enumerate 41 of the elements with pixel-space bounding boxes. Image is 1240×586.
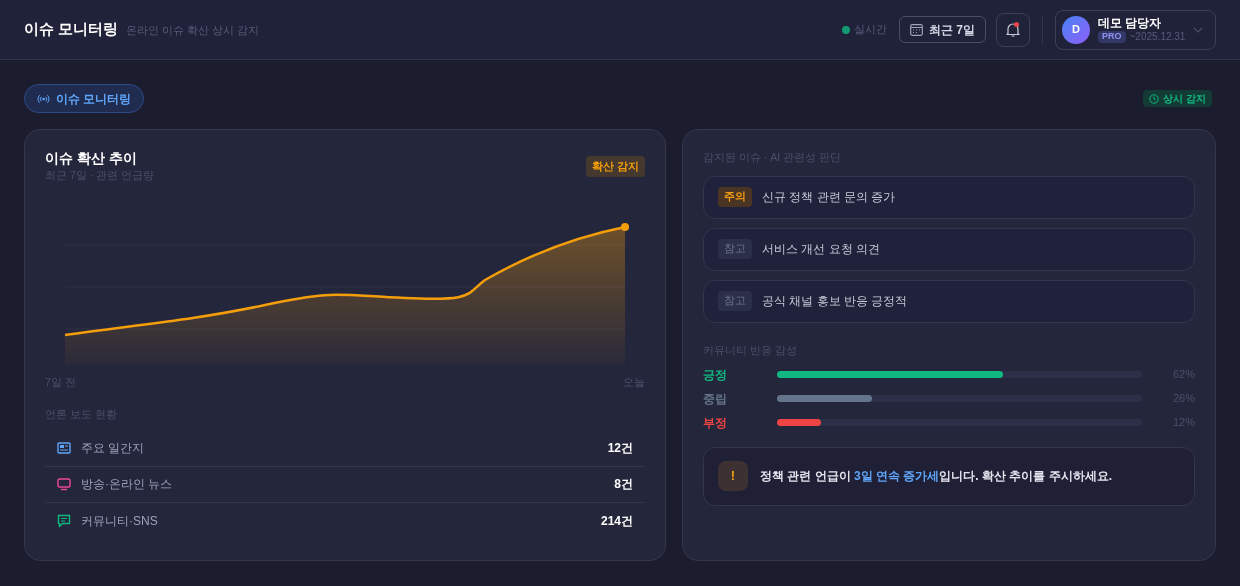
monitoring-tab[interactable]: 이슈 모니터링 xyxy=(24,84,145,113)
spread-badge: 확산 감지 xyxy=(585,156,645,177)
sentiment-label: 중립 xyxy=(703,390,728,408)
chat-icon xyxy=(57,513,71,528)
media-count: 8건 xyxy=(614,476,633,494)
issue-tag: 참고 xyxy=(718,291,752,312)
issue-item[interactable]: 주의 신규 정책 관련 문의 증가 xyxy=(703,175,1195,219)
alert-message: 정책 관련 언급이 3일 연속 증가세입니다. 확산 추이를 주시하세요. xyxy=(760,468,1113,485)
media-label: 커뮤니티·SNS xyxy=(81,512,158,530)
newspaper-icon xyxy=(57,441,71,456)
monitor-icon xyxy=(57,477,71,492)
issue-text: 서비스 개선 요청 의견 xyxy=(762,241,880,259)
clock-icon xyxy=(1149,93,1160,104)
broadcast-icon xyxy=(37,93,50,104)
user-menu-button[interactable]: D 데모 담당자 PRO ~2025.12.31 xyxy=(1055,9,1216,50)
date-range-button[interactable]: 최근 7일 xyxy=(899,16,986,43)
card-title: 이슈 확산 추이 xyxy=(45,150,138,168)
live-label: 실시간 xyxy=(854,22,887,38)
media-count: 12건 xyxy=(607,440,633,458)
plan-badge: PRO xyxy=(1098,31,1126,43)
status-badge: 상시 감지 xyxy=(1143,90,1212,107)
warning-icon: ! xyxy=(718,461,748,491)
issue-item[interactable]: 참고 서비스 개선 요청 의견 xyxy=(703,227,1195,271)
media-count: 214건 xyxy=(600,512,633,530)
issue-tag: 참고 xyxy=(718,239,752,260)
issue-tag: 주의 xyxy=(718,187,752,208)
issue-text: 신규 정책 관련 문의 증가 xyxy=(762,189,896,207)
chevron-down-icon xyxy=(1193,26,1203,33)
sentiment-label: 부정 xyxy=(703,414,728,432)
plan-expiry: ~2025.12.31 xyxy=(1129,30,1186,44)
media-label: 주요 일간지 xyxy=(81,440,145,458)
avatar: D xyxy=(1062,15,1090,44)
issue-item[interactable]: 참고 공식 채널 홍보 반응 긍정적 xyxy=(703,279,1195,323)
user-name: 데모 담당자 xyxy=(1098,15,1162,31)
app-title: 이슈 모니터링 xyxy=(24,19,119,40)
sentiment-label: 긍정 xyxy=(703,366,728,384)
calendar-icon xyxy=(910,23,923,36)
media-label: 방송·온라인 뉴스 xyxy=(81,476,173,494)
issue-text: 공식 채널 홍보 반응 긍정적 xyxy=(762,293,908,311)
bell-icon xyxy=(1006,21,1020,38)
notification-button[interactable] xyxy=(996,12,1030,47)
